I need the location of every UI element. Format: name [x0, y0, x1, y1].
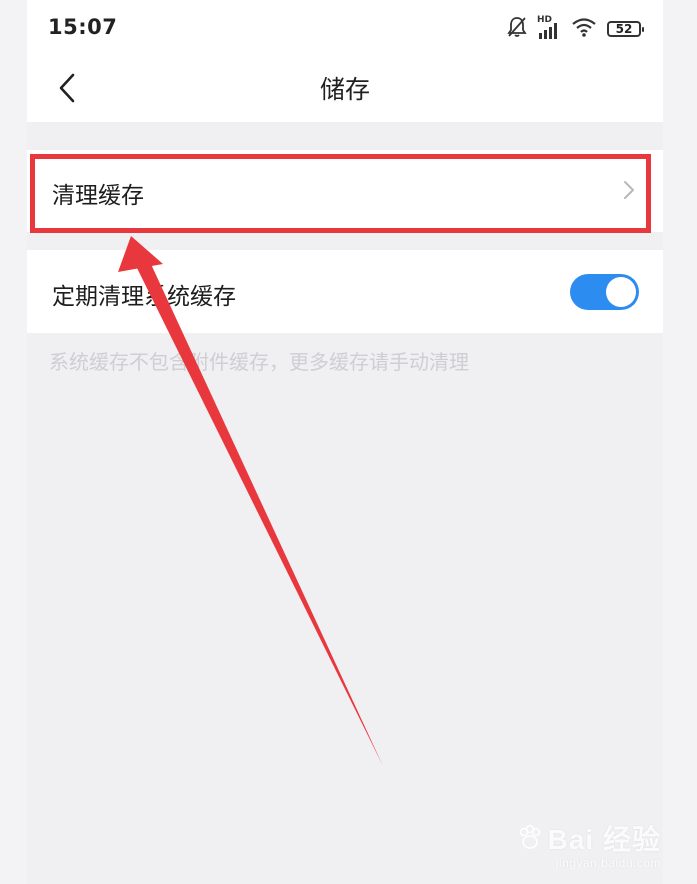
phone-screen: 15:07 HD 52 储存 清理缓存 定期清理系统缓存 系统缓存不包含附件缓存…	[27, 0, 663, 884]
watermark-logo: Bai 经验	[515, 818, 661, 858]
wifi-icon	[571, 16, 597, 42]
paw-icon	[519, 824, 540, 849]
status-icons: HD 52	[507, 15, 644, 42]
watermark-url: jingyan.baidu.com	[555, 856, 661, 870]
status-time: 15:07	[48, 15, 118, 39]
cache-hint-text: 系统缓存不包含附件缓存，更多缓存请手动清理	[49, 350, 469, 374]
periodic-clear-label: 定期清理系统缓存	[52, 284, 236, 310]
clear-cache-item[interactable]: 清理缓存	[27, 150, 663, 232]
periodic-clear-toggle[interactable]	[570, 274, 639, 310]
watermark: Bai 经验 jingyan.baidu.com	[515, 818, 661, 870]
periodic-clear-item: 定期清理系统缓存	[27, 250, 663, 333]
page-title: 储存	[319, 75, 370, 104]
toggle-knob	[606, 277, 636, 307]
nav-bar: 储存	[27, 56, 663, 122]
status-bar: 15:07 HD 52	[27, 0, 663, 56]
signal-icon: HD	[537, 15, 561, 41]
mute-bell-icon	[507, 16, 527, 42]
battery-icon: 52	[607, 21, 644, 37]
chevron-right-icon	[624, 181, 634, 199]
clear-cache-label: 清理缓存	[52, 183, 144, 209]
watermark-text: Bai 经验	[547, 824, 661, 855]
